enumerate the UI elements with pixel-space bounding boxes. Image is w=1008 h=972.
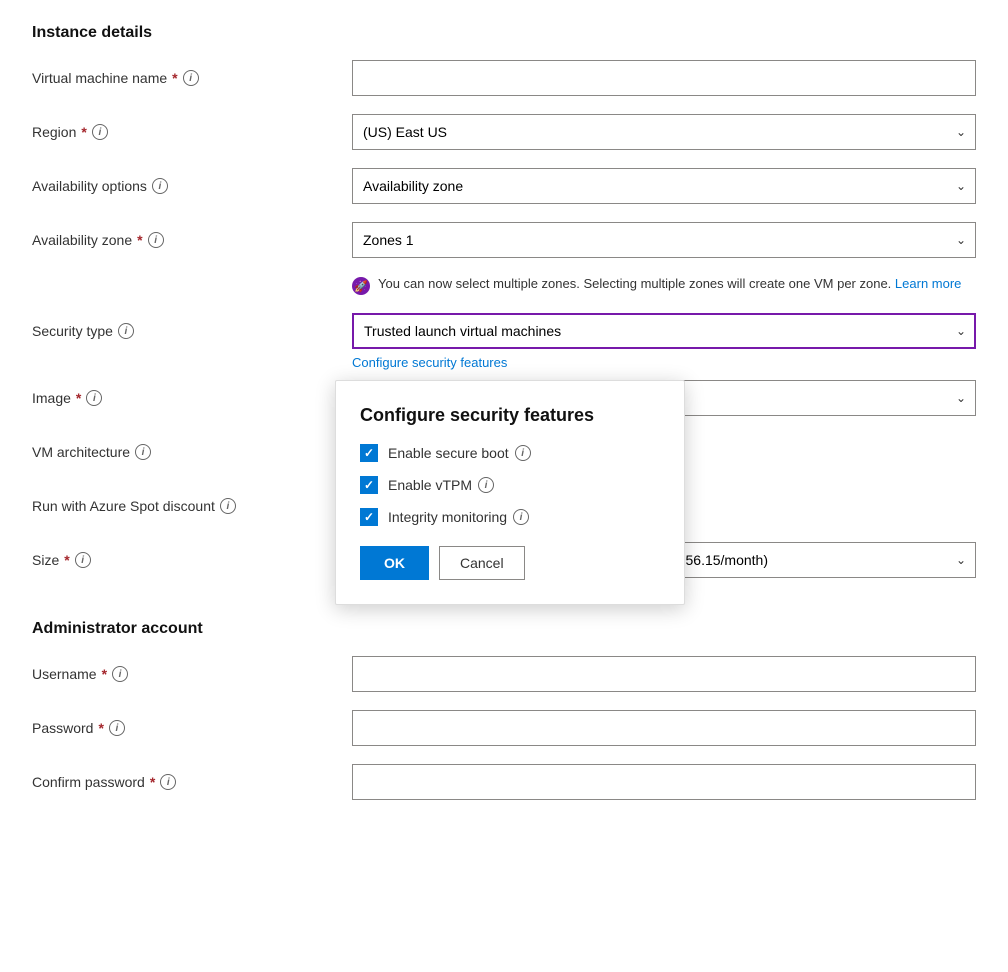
learn-more-link[interactable]: Learn more: [895, 276, 961, 291]
availability-options-select[interactable]: Availability zone: [352, 168, 976, 204]
vm-architecture-label: VM architecture i: [32, 444, 352, 460]
confirm-password-row: Confirm password * i: [32, 764, 976, 800]
password-input[interactable]: [352, 710, 976, 746]
integrity-monitoring-row: Integrity monitoring i: [360, 508, 660, 526]
confirm-password-input[interactable]: [352, 764, 976, 800]
availability-zone-select[interactable]: Zones 1: [352, 222, 976, 258]
zones-rocket-icon: 🚀: [352, 277, 370, 295]
vtpm-info-icon[interactable]: i: [478, 477, 494, 493]
confirm-password-label: Confirm password * i: [32, 774, 352, 790]
availability-zone-info-icon[interactable]: i: [148, 232, 164, 248]
password-row: Password * i: [32, 710, 976, 746]
vm-name-info-icon[interactable]: i: [183, 70, 199, 86]
spot-discount-label: Run with Azure Spot discount i: [32, 498, 352, 514]
availability-options-label: Availability options i: [32, 178, 352, 194]
configure-security-modal: Configure security features Enable secur…: [335, 380, 685, 605]
security-type-info-icon[interactable]: i: [118, 323, 134, 339]
availability-zone-control: Zones 1 ⌄: [352, 222, 976, 258]
availability-zone-required: *: [137, 232, 142, 248]
size-info-icon[interactable]: i: [75, 552, 91, 568]
security-type-label: Security type i: [32, 323, 352, 339]
vm-architecture-info-icon[interactable]: i: [135, 444, 151, 460]
security-type-row: Security type i Trusted launch virtual m…: [32, 313, 976, 349]
security-type-select[interactable]: Trusted launch virtual machines: [352, 313, 976, 349]
configure-security-link[interactable]: Configure security features: [352, 355, 507, 370]
username-label: Username * i: [32, 666, 352, 682]
region-label: Region * i: [32, 124, 352, 140]
image-required: *: [76, 390, 81, 406]
availability-options-row: Availability options i Availability zone…: [32, 168, 976, 204]
confirm-password-required: *: [150, 774, 155, 790]
security-type-select-wrapper: Trusted launch virtual machines ⌄: [352, 313, 976, 349]
confirm-password-info-icon[interactable]: i: [160, 774, 176, 790]
size-required: *: [64, 552, 69, 568]
region-info-icon[interactable]: i: [92, 124, 108, 140]
modal-buttons: OK Cancel: [360, 546, 660, 580]
secure-boot-info-icon[interactable]: i: [515, 445, 531, 461]
vtpm-label: Enable vTPM i: [388, 477, 494, 493]
image-label: Image * i: [32, 390, 352, 406]
secure-boot-row: Enable secure boot i: [360, 444, 660, 462]
integrity-monitoring-info-icon[interactable]: i: [513, 509, 529, 525]
username-input[interactable]: [352, 656, 976, 692]
vtpm-checkbox[interactable]: [360, 476, 378, 494]
vm-name-input[interactable]: [352, 60, 976, 96]
region-required: *: [81, 124, 86, 140]
availability-options-control: Availability zone ⌄: [352, 168, 976, 204]
password-info-icon[interactable]: i: [109, 720, 125, 736]
spot-discount-info-icon[interactable]: i: [220, 498, 236, 514]
username-row: Username * i: [32, 656, 976, 692]
availability-zone-row: Availability zone * i Zones 1 ⌄: [32, 222, 976, 258]
size-label: Size * i: [32, 552, 352, 568]
secure-boot-checkbox[interactable]: [360, 444, 378, 462]
secure-boot-label: Enable secure boot i: [388, 445, 531, 461]
vtpm-row: Enable vTPM i: [360, 476, 660, 494]
integrity-monitoring-label: Integrity monitoring i: [388, 509, 529, 525]
username-control: [352, 656, 976, 692]
vm-name-required: *: [172, 70, 177, 86]
modal-cancel-button[interactable]: Cancel: [439, 546, 525, 580]
confirm-password-control: [352, 764, 976, 800]
zones-note-text: You can now select multiple zones. Selec…: [378, 276, 961, 291]
availability-options-info-icon[interactable]: i: [152, 178, 168, 194]
security-type-control: Trusted launch virtual machines ⌄: [352, 313, 976, 349]
zones-note-row: 🚀 You can now select multiple zones. Sel…: [352, 276, 976, 295]
username-info-icon[interactable]: i: [112, 666, 128, 682]
password-required: *: [98, 720, 103, 736]
vm-name-row: Virtual machine name * i: [32, 60, 976, 96]
availability-options-select-wrapper: Availability zone ⌄: [352, 168, 976, 204]
username-required: *: [102, 666, 107, 682]
modal-ok-button[interactable]: OK: [360, 546, 429, 580]
vm-name-control: [352, 60, 976, 96]
availability-zone-label: Availability zone * i: [32, 232, 352, 248]
availability-zone-select-wrapper: Zones 1 ⌄: [352, 222, 976, 258]
region-row: Region * i (US) East US ⌄: [32, 114, 976, 150]
integrity-monitoring-checkbox[interactable]: [360, 508, 378, 526]
configure-security-link-row: Configure security features: [352, 355, 976, 370]
region-select-wrapper: (US) East US ⌄: [352, 114, 976, 150]
region-control: (US) East US ⌄: [352, 114, 976, 150]
admin-section-title: Administrator account: [32, 620, 976, 638]
password-label: Password * i: [32, 720, 352, 736]
vm-name-label: Virtual machine name * i: [32, 70, 352, 86]
section-title: Instance details: [32, 24, 976, 42]
image-info-icon[interactable]: i: [86, 390, 102, 406]
password-control: [352, 710, 976, 746]
modal-title: Configure security features: [360, 405, 660, 426]
region-select[interactable]: (US) East US: [352, 114, 976, 150]
